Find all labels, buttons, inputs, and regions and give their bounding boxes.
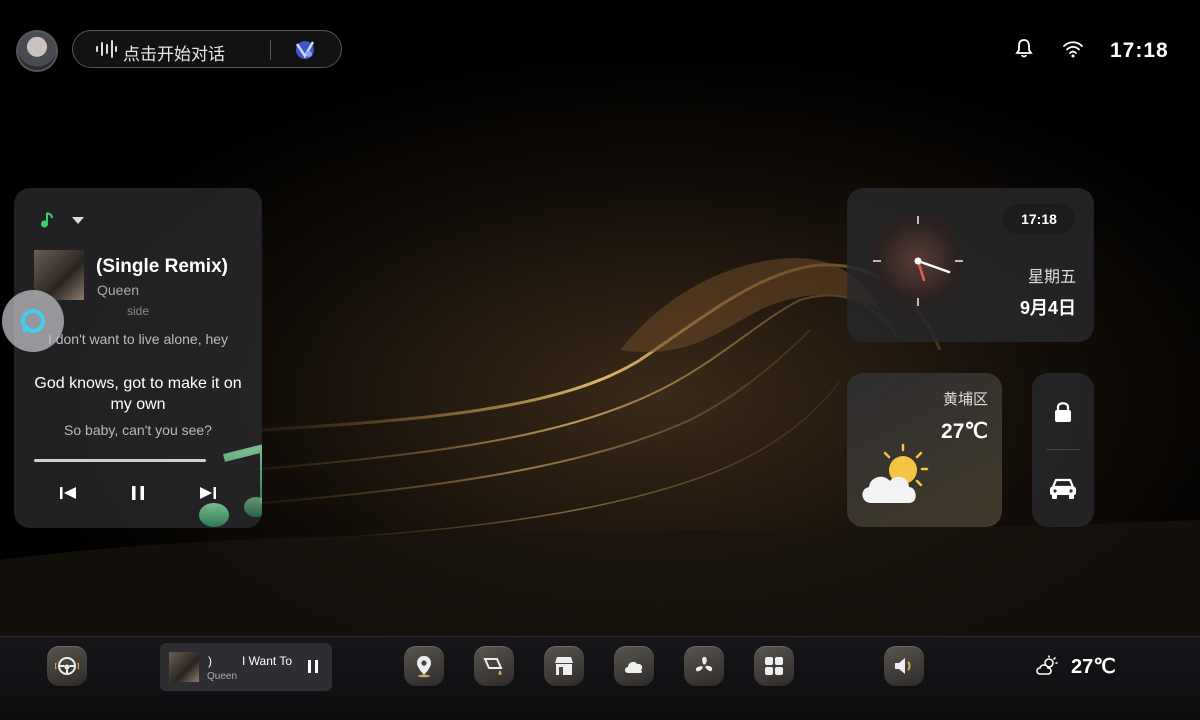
- store-icon: [555, 657, 573, 675]
- status-bar: 点击开始对话 17:18: [0, 0, 1200, 100]
- store-button[interactable]: [544, 646, 584, 686]
- music-app-icon[interactable]: [40, 212, 54, 228]
- assistant-logo-icon[interactable]: [291, 38, 319, 62]
- date-label: 9月4日: [1019, 298, 1076, 318]
- lyric-line-current: God knows, got to make it on my own: [34, 375, 242, 413]
- voice-assistant-bar[interactable]: 点击开始对话: [72, 30, 342, 68]
- assistant-bubble-icon: [21, 309, 45, 333]
- digital-time: 17:18: [1003, 204, 1075, 234]
- all-apps-button[interactable]: [754, 646, 794, 686]
- song-artist: Queen: [97, 282, 140, 298]
- dock-weather-icon[interactable]: [1035, 655, 1059, 677]
- mini-title-fragment: ): [208, 654, 212, 668]
- mini-artist: Queen: [207, 671, 238, 682]
- weather-district: 黄埔区: [942, 391, 988, 408]
- user-avatar[interactable]: [16, 30, 58, 72]
- lock-icon[interactable]: [1051, 400, 1075, 424]
- divider: [1046, 449, 1080, 450]
- car-paint-button[interactable]: [474, 646, 514, 686]
- mini-player[interactable]: ) I Want To Queen: [160, 643, 332, 691]
- music-widget[interactable]: (Single Remix) Queen side I don't want t…: [14, 188, 262, 528]
- clock-widget[interactable]: 17:18 星期五 9月4日: [847, 188, 1094, 342]
- floating-assistant-ball[interactable]: [2, 290, 64, 352]
- clock-face-icon: [873, 216, 963, 306]
- previous-track-icon[interactable]: [56, 482, 80, 504]
- notification-bell-icon[interactable]: [1015, 38, 1033, 58]
- mini-pause-icon[interactable]: [307, 659, 319, 674]
- partly-cloudy-icon: [862, 443, 929, 503]
- bottom-dock: ) I Want To Queen 27℃: [0, 636, 1200, 720]
- divider: [270, 40, 271, 60]
- analog-clock: [867, 210, 969, 312]
- vehicle-control-widget: [1032, 373, 1094, 527]
- navigation-icon: [417, 656, 431, 678]
- music-note-decoration-icon: [199, 444, 262, 527]
- voice-prompt-text: 点击开始对话: [123, 45, 225, 64]
- car-paint-icon: [483, 658, 503, 675]
- wifi-icon: [1063, 41, 1083, 58]
- playback-progress-bar[interactable]: [34, 459, 206, 462]
- apps-grid-icon: [765, 657, 783, 675]
- mini-title: I Want To: [242, 654, 293, 668]
- source-dropdown-icon[interactable]: [72, 217, 84, 224]
- weather-widget[interactable]: 黄埔区 27℃: [847, 373, 1002, 527]
- fan-icon: [695, 656, 713, 672]
- cloud-service-button[interactable]: [614, 646, 654, 686]
- weekday-label: 星期五: [1027, 269, 1076, 286]
- car-icon[interactable]: [1048, 477, 1078, 501]
- steering-wheel-icon: [55, 657, 79, 675]
- status-time: 17:18: [1110, 39, 1169, 62]
- steering-wheel-button[interactable]: [47, 646, 87, 686]
- song-title: (Single Remix): [96, 256, 228, 277]
- climate-fan-button[interactable]: [684, 646, 724, 686]
- navigation-button[interactable]: [404, 646, 444, 686]
- volume-button[interactable]: [884, 646, 924, 686]
- mini-album-cover: [169, 652, 199, 682]
- pause-icon[interactable]: [126, 482, 150, 504]
- lyric-line-next: So baby, can't you see?: [64, 422, 212, 438]
- dock-temperature: 27℃: [1071, 656, 1116, 678]
- weather-temperature: 27℃: [941, 420, 988, 443]
- voice-wave-icon: [96, 40, 117, 58]
- cloud-icon: [625, 661, 643, 673]
- volume-icon: [895, 658, 911, 674]
